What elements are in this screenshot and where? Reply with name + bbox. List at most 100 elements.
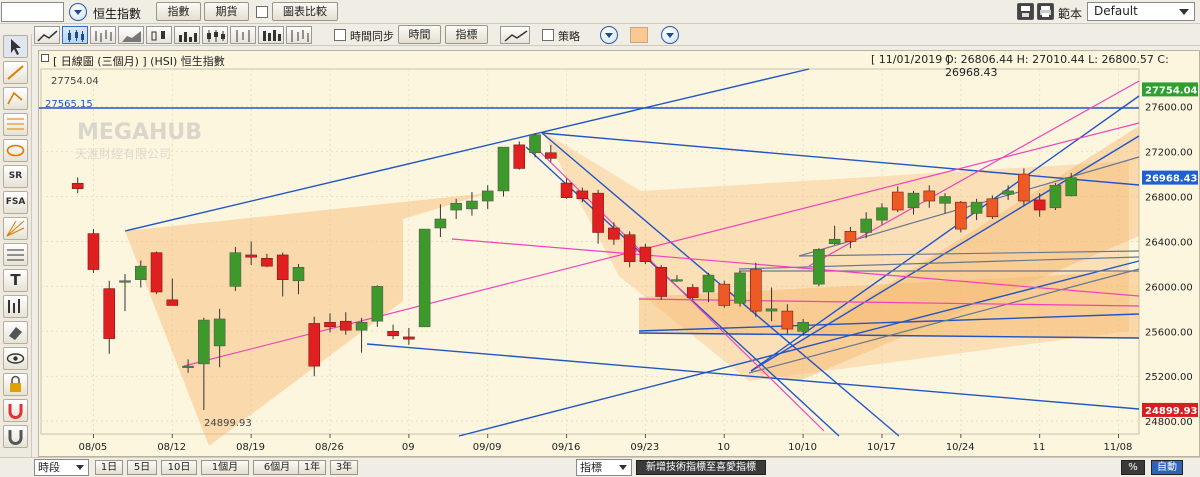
time-sync-checkbox[interactable] xyxy=(334,29,346,41)
lock-tool-icon[interactable] xyxy=(3,373,28,396)
compare-checkbox[interactable] xyxy=(256,6,268,18)
horizontal-line-tool-icon[interactable] xyxy=(3,243,28,266)
line-chart-button[interactable] xyxy=(34,26,60,44)
trendline-tool-icon[interactable] xyxy=(3,61,28,84)
area-chart-button[interactable] xyxy=(118,26,144,44)
support-resistance-tool-icon[interactable]: SR xyxy=(3,165,28,188)
y-axis-tick-label: 27600.00 xyxy=(1145,103,1193,114)
delete-tool-icon[interactable] xyxy=(3,425,28,448)
print-icon[interactable] xyxy=(1037,3,1054,20)
x-axis-tick-label: 10/17 xyxy=(867,442,896,453)
range-button-1m[interactable]: 1個月 xyxy=(201,460,249,475)
line-price-label: 27565.15 xyxy=(45,99,93,110)
time-button[interactable]: 時間 xyxy=(398,25,441,44)
volume-icon xyxy=(179,32,197,42)
chart-collapse-icon[interactable] xyxy=(41,54,49,62)
line-style-button[interactable] xyxy=(500,26,530,44)
watermark-subtitle: 天滙財經有限公司 xyxy=(75,146,171,161)
chart-header-date: [ 11/01/2019 ] xyxy=(871,53,950,66)
instrument-name: 恒生指數 xyxy=(93,7,142,21)
candle-body xyxy=(513,144,526,169)
indicator-select[interactable]: 指標 xyxy=(576,459,632,476)
heikin-ashi-button[interactable] xyxy=(202,26,228,44)
candle-body xyxy=(828,238,841,245)
template-select[interactable]: Default xyxy=(1087,2,1195,21)
candle-body xyxy=(292,266,305,282)
chevron-down-icon xyxy=(1179,9,1189,15)
price-chart[interactable]: MEGAHUB天滙財經有限公司27754.0427565.1524899.93 2… xyxy=(39,51,1200,458)
range-button-3y[interactable]: 3年 xyxy=(330,460,358,475)
fsa-tool-icon[interactable]: FSA xyxy=(3,191,28,214)
candle-body xyxy=(198,319,210,365)
candle-body xyxy=(891,191,904,211)
candle-body xyxy=(1002,190,1014,195)
text-tool-icon[interactable]: T xyxy=(3,269,28,292)
candlestick-chart-button[interactable] xyxy=(62,26,88,44)
candle-body xyxy=(750,269,762,312)
candle-body xyxy=(229,252,242,287)
hollow-candle-button[interactable] xyxy=(146,26,172,44)
period-select[interactable]: 時段 xyxy=(34,459,89,476)
candle-body xyxy=(213,318,226,347)
futures-button[interactable]: 期貨 xyxy=(204,2,249,21)
candle-body xyxy=(844,231,857,242)
candle-body xyxy=(1018,173,1030,202)
candle-body xyxy=(418,228,431,328)
visibility-tool-icon[interactable] xyxy=(3,347,28,370)
index-button[interactable]: 指數 xyxy=(156,2,201,21)
ellipse-tool-icon[interactable] xyxy=(3,139,28,162)
candle-body xyxy=(576,190,589,200)
candle-body xyxy=(103,288,116,339)
add-favorite-indicator-button[interactable]: 新增技術指標至喜愛指標 xyxy=(636,460,766,475)
volume-chart-button[interactable] xyxy=(174,26,200,44)
range-button-1d[interactable]: 1日 xyxy=(95,460,123,475)
chart-panel[interactable]: MEGAHUB 天滙財經有限公司 27754.04 27565.15 24899.93 2… xyxy=(38,50,1200,457)
indicator-button[interactable]: 指標 xyxy=(445,25,488,44)
color-dropdown-button[interactable] xyxy=(661,26,679,44)
magnet-tool-icon[interactable] xyxy=(3,399,28,422)
candle-body xyxy=(466,200,478,210)
range-button-1y[interactable]: 1年 xyxy=(298,460,326,475)
chart-type-toolbar: 時間同步 時間 指標 策略 xyxy=(32,24,1200,46)
save-icon[interactable] xyxy=(1017,3,1034,20)
candle-body xyxy=(434,218,447,229)
renko-icon xyxy=(263,30,281,41)
ohlc-icon xyxy=(95,30,112,42)
candle-body xyxy=(119,280,131,283)
chart-header-ohlc: O: 26806.44 H: 27010.44 L: 26800.57 C: 2… xyxy=(945,53,1169,79)
candle-body xyxy=(592,192,604,233)
candle-body xyxy=(955,201,967,230)
bars-pattern-tool-icon[interactable] xyxy=(3,295,28,318)
candle-body xyxy=(1065,177,1078,197)
cursor-tool-icon[interactable] xyxy=(3,35,28,58)
chevron-down-icon xyxy=(76,465,84,470)
bar-chart-button[interactable] xyxy=(90,26,116,44)
compare-chart-button[interactable]: 圖表比較 xyxy=(272,2,338,21)
x-axis-tick-label: 08/05 xyxy=(78,442,107,453)
symbol-dropdown-button[interactable] xyxy=(69,3,87,21)
line-style-icon xyxy=(504,30,528,42)
strategy-checkbox[interactable] xyxy=(542,29,554,41)
indicator-select-label: 指標 xyxy=(580,461,602,474)
fill-color-swatch[interactable] xyxy=(630,27,648,43)
eraser-tool-icon[interactable] xyxy=(3,321,28,344)
renko-button[interactable] xyxy=(258,26,284,44)
kagi-icon xyxy=(291,30,309,42)
strategy-dropdown-button[interactable] xyxy=(600,26,618,44)
range-button-5d[interactable]: 5日 xyxy=(127,460,157,475)
gann-fan-tool-icon[interactable] xyxy=(3,217,28,240)
heikin-ashi-icon xyxy=(207,30,225,42)
high-price-label: 27754.04 xyxy=(51,76,99,87)
point-figure-button[interactable] xyxy=(230,26,256,44)
candle-body xyxy=(261,258,273,267)
fibonacci-tool-icon[interactable] xyxy=(3,113,28,136)
auto-scale-button[interactable]: 自動 xyxy=(1151,460,1183,475)
candle-body xyxy=(702,274,715,293)
percent-button[interactable]: % xyxy=(1121,460,1145,475)
range-button-10d[interactable]: 10日 xyxy=(161,460,197,475)
range-button-6m[interactable]: 6個月 xyxy=(253,460,301,475)
kagi-button[interactable] xyxy=(286,26,312,44)
pitchfork-tool-icon[interactable] xyxy=(3,87,28,110)
symbol-input[interactable] xyxy=(1,2,64,22)
bottom-toolbar: 時段 1日 5日 10日 1個月 6個月 1年 3年 指標 新增技術指標至喜愛指… xyxy=(0,457,1200,477)
